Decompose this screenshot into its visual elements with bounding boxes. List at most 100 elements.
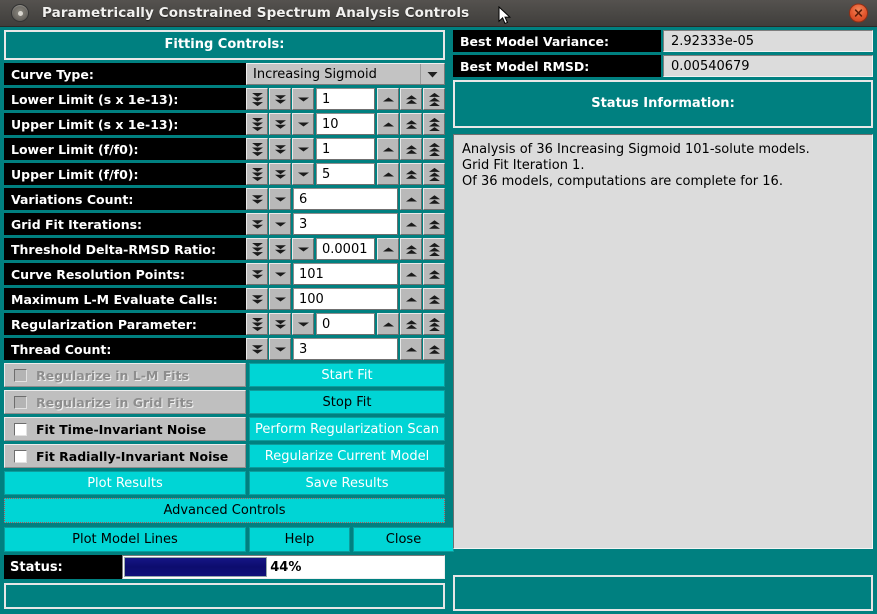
spin-up-x2-button[interactable] (400, 238, 422, 260)
spin-up-x2-button[interactable] (400, 163, 422, 185)
parameter-input[interactable]: 1 (316, 138, 375, 160)
spin-up-x2-button[interactable] (400, 138, 422, 160)
spin-up-x1-button[interactable] (400, 263, 422, 285)
parameter-row: Curve Resolution Points: 101 (4, 263, 445, 285)
parameter-input[interactable]: 3 (293, 213, 398, 235)
spin-down-x2-button[interactable] (269, 163, 291, 185)
status-information-banner: Status Information: (453, 80, 873, 128)
stop-fit-button[interactable]: Stop Fit (249, 390, 445, 414)
parameter-input[interactable]: 0.0001 (316, 238, 375, 260)
spin-down-x2-button[interactable] (269, 313, 291, 335)
progress-bar: 44% (122, 555, 445, 579)
plot-results-button[interactable]: Plot Results (4, 471, 246, 495)
spin-down-x1-button[interactable] (269, 288, 291, 310)
spin-up-x1-button[interactable] (400, 288, 422, 310)
spin-up-x2-button[interactable] (400, 113, 422, 135)
advanced-controls-button[interactable]: Advanced Controls (4, 498, 445, 523)
spin-down-x1-button[interactable] (292, 163, 314, 185)
spin-down-x2-button[interactable] (246, 263, 268, 285)
spin-down-x2-button[interactable] (246, 213, 268, 235)
spin-up-x3-button[interactable] (423, 313, 445, 335)
parameter-spinbox: 0.0001 (246, 238, 445, 260)
spin-up-x3-button[interactable] (423, 238, 445, 260)
spin-down-x1-button[interactable] (292, 313, 314, 335)
curve-type-select[interactable]: Increasing Sigmoid (246, 63, 445, 85)
spin-up-x3-button[interactable] (423, 138, 445, 160)
parameter-input[interactable]: 100 (293, 288, 398, 310)
spin-down-x1-button[interactable] (292, 113, 314, 135)
spin-up-x2-button[interactable] (423, 213, 445, 235)
spin-down-x3-button[interactable] (246, 238, 268, 260)
checkbox-box[interactable] (14, 422, 27, 436)
spin-up-x1-button[interactable] (400, 338, 422, 360)
save-results-button[interactable]: Save Results (249, 471, 445, 495)
spin-up-x1-button[interactable] (377, 138, 399, 160)
best-model-rmsd-value: 0.00540679 (663, 55, 873, 77)
perform-regularization-scan-button[interactable]: Perform Regularization Scan (249, 417, 445, 441)
spin-down-x1-button[interactable] (269, 338, 291, 360)
spin-up-x1-button[interactable] (377, 313, 399, 335)
spin-up-x1-button[interactable] (377, 238, 399, 260)
window-menu-icon[interactable] (11, 4, 29, 22)
left-bottom-panel (4, 583, 445, 609)
spin-up-x1-button[interactable] (377, 163, 399, 185)
spin-up-x2-button[interactable] (423, 288, 445, 310)
spin-down-x1-button[interactable] (269, 213, 291, 235)
parameter-row: Lower Limit (f/f0): 1 (4, 138, 445, 160)
checkbox-box[interactable] (14, 449, 27, 463)
spin-up-x2-button[interactable] (423, 338, 445, 360)
spin-down-x1-button[interactable] (292, 88, 314, 110)
spin-down-x3-button[interactable] (246, 138, 268, 160)
spin-up-x1-button[interactable] (377, 88, 399, 110)
spin-up-x1-button[interactable] (377, 113, 399, 135)
spin-down-x1-button[interactable] (292, 238, 314, 260)
spin-up-x1-button[interactable] (400, 188, 422, 210)
spin-up-x1-button[interactable] (400, 213, 422, 235)
parameter-input[interactable]: 3 (293, 338, 398, 360)
checkbox-label: Regularize in Grid Fits (36, 394, 194, 410)
regularize-current-model-button[interactable]: Regularize Current Model (249, 444, 445, 468)
parameter-input[interactable]: 10 (316, 113, 375, 135)
fit-radially-invariant-noise-checkbox[interactable]: Fit Radially-Invariant Noise (4, 444, 246, 468)
spin-up-x3-button[interactable] (423, 163, 445, 185)
spin-down-x1-button[interactable] (269, 188, 291, 210)
parameter-input[interactable]: 101 (293, 263, 398, 285)
spin-down-x2-button[interactable] (269, 238, 291, 260)
spin-up-x3-button[interactable] (423, 113, 445, 135)
bottom-button-row: Plot Model Lines Help Close (4, 527, 454, 552)
spin-up-x2-button[interactable] (423, 263, 445, 285)
regularize-in-lm-fits-checkbox: Regularize in L-M Fits (4, 363, 246, 387)
window-titlebar[interactable]: Parametrically Constrained Spectrum Anal… (0, 0, 877, 27)
spin-down-x1-button[interactable] (292, 138, 314, 160)
spin-down-x3-button[interactable] (246, 313, 268, 335)
parameter-spinbox: 101 (246, 263, 445, 285)
parameter-input[interactable]: 0 (316, 313, 375, 335)
spin-down-x2-button[interactable] (269, 113, 291, 135)
spin-down-x2-button[interactable] (269, 88, 291, 110)
spin-down-x2-button[interactable] (246, 188, 268, 210)
spin-down-x1-button[interactable] (269, 263, 291, 285)
chevron-down-icon[interactable] (420, 64, 444, 84)
spin-down-x3-button[interactable] (246, 163, 268, 185)
checkbox-label: Fit Radially-Invariant Noise (36, 448, 229, 464)
mouse-cursor (498, 5, 512, 29)
parameter-input[interactable]: 1 (316, 88, 375, 110)
fit-time-invariant-noise-checkbox[interactable]: Fit Time-Invariant Noise (4, 417, 246, 441)
start-fit-button[interactable]: Start Fit (249, 363, 445, 387)
close-icon[interactable] (849, 3, 868, 23)
parameter-input[interactable]: 6 (293, 188, 398, 210)
plot-model-lines-button[interactable]: Plot Model Lines (4, 527, 246, 552)
spin-up-x2-button[interactable] (423, 188, 445, 210)
spin-up-x2-button[interactable] (400, 313, 422, 335)
spin-down-x2-button[interactable] (269, 138, 291, 160)
spin-down-x2-button[interactable] (246, 288, 268, 310)
spin-up-x3-button[interactable] (423, 88, 445, 110)
help-button[interactable]: Help (249, 527, 350, 552)
spin-down-x3-button[interactable] (246, 88, 268, 110)
status-information-text[interactable]: Analysis of 36 Increasing Sigmoid 101-so… (453, 134, 873, 549)
spin-up-x2-button[interactable] (400, 88, 422, 110)
spin-down-x3-button[interactable] (246, 113, 268, 135)
close-button[interactable]: Close (353, 527, 454, 552)
spin-down-x2-button[interactable] (246, 338, 268, 360)
parameter-input[interactable]: 5 (316, 163, 375, 185)
